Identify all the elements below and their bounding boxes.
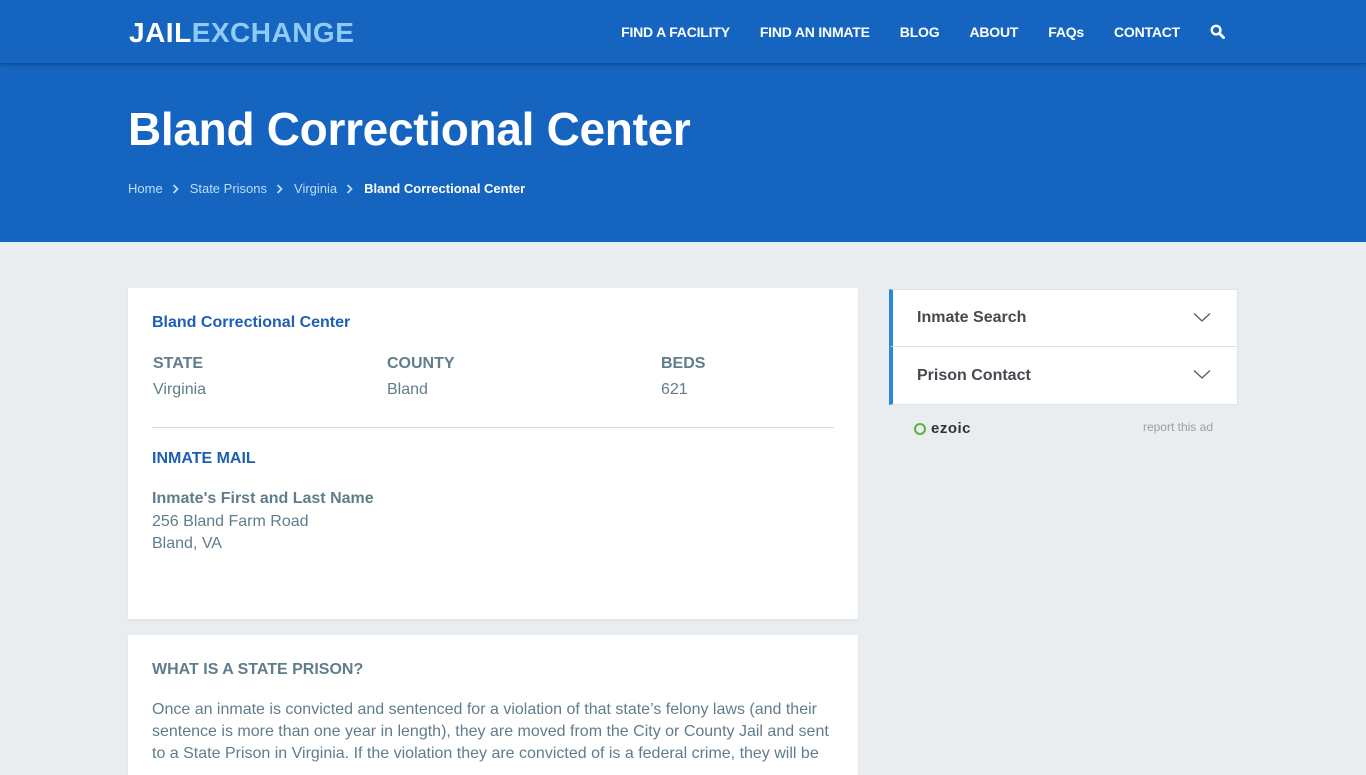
county-field: COUNTY Bland bbox=[387, 355, 455, 399]
county-value: Bland bbox=[387, 381, 428, 398]
mail-address: Inmate's First and Last Name 256 Bland F… bbox=[152, 488, 374, 556]
facility-info-card: Bland Correctional Center STATE Virginia… bbox=[128, 288, 858, 619]
page-title: Bland Correctional Center bbox=[128, 103, 691, 155]
top-navbar: JAILEXCHANGE FIND A FACILITY FIND AN INM… bbox=[0, 0, 1366, 64]
site-logo[interactable]: JAILEXCHANGE bbox=[129, 16, 354, 50]
chevron-right-icon bbox=[347, 183, 353, 194]
section-divider bbox=[152, 427, 834, 428]
breadcrumb-state-prisons[interactable]: State Prisons bbox=[190, 181, 267, 196]
state-prison-body: Once an inmate is convicted and sentence… bbox=[152, 701, 829, 762]
mail-name-line: Inmate's First and Last Name bbox=[152, 490, 374, 507]
accordion-inmate-search[interactable]: Inmate Search bbox=[889, 289, 1238, 347]
inmate-mail-heading: INMATE MAIL bbox=[152, 450, 256, 467]
page-hero: Bland Correctional Center Home State Pri… bbox=[0, 64, 1366, 242]
breadcrumb: Home State Prisons Virginia Bland Correc… bbox=[128, 181, 525, 196]
county-label: COUNTY bbox=[387, 355, 455, 372]
chevron-right-icon bbox=[276, 183, 283, 194]
mail-address-line1: 256 Bland Farm Road bbox=[152, 512, 309, 530]
nav-find-a-facility[interactable]: FIND A FACILITY bbox=[621, 24, 730, 40]
logo-jail: JAIL bbox=[129, 17, 192, 48]
nav-faqs[interactable]: FAQs bbox=[1048, 24, 1084, 40]
breadcrumb-current: Bland Correctional Center bbox=[364, 181, 526, 196]
breadcrumb-virginia[interactable]: Virginia bbox=[294, 181, 337, 196]
state-prison-heading: WHAT IS A STATE PRISON? bbox=[152, 661, 364, 678]
state-field: STATE Virginia bbox=[153, 355, 206, 399]
report-ad-link[interactable]: report this ad bbox=[1143, 420, 1213, 434]
sidebar-accordion: Inmate Search Prison Contact bbox=[889, 289, 1238, 405]
mail-address-line2: Bland, VA bbox=[152, 535, 222, 552]
chevron-right-icon bbox=[172, 183, 179, 194]
facility-name: Bland Correctional Center bbox=[152, 314, 351, 331]
accordion-label: Inmate Search bbox=[917, 309, 1027, 326]
search-icon[interactable] bbox=[1210, 24, 1226, 40]
chevron-down-icon bbox=[1193, 370, 1211, 379]
ad-footer: ezoic report this ad bbox=[914, 418, 1214, 438]
beds-label: BEDS bbox=[661, 355, 706, 372]
state-prison-card: WHAT IS A STATE PRISON? Once an inmate i… bbox=[128, 635, 858, 775]
breadcrumb-home[interactable]: Home bbox=[128, 181, 163, 196]
ezoic-icon bbox=[914, 422, 926, 435]
beds-value: 621 bbox=[661, 381, 688, 398]
main-nav: FIND A FACILITY FIND AN INMATE BLOG ABOU… bbox=[591, 0, 1226, 64]
ezoic-text: ezoic bbox=[931, 420, 972, 437]
beds-field: BEDS 621 bbox=[661, 355, 705, 399]
state-label: STATE bbox=[153, 355, 204, 372]
nav-contact[interactable]: CONTACT bbox=[1114, 24, 1180, 40]
chevron-down-icon bbox=[1193, 313, 1211, 322]
nav-find-an-inmate[interactable]: FIND AN INMATE bbox=[760, 24, 870, 40]
nav-about[interactable]: ABOUT bbox=[969, 24, 1018, 40]
logo-exchange: EXCHANGE bbox=[191, 17, 355, 48]
accordion-label: Prison Contact bbox=[917, 366, 1031, 384]
state-value: Virginia bbox=[153, 381, 207, 398]
accordion-prison-contact[interactable]: Prison Contact bbox=[889, 347, 1238, 405]
nav-blog[interactable]: BLOG bbox=[900, 24, 940, 40]
ezoic-logo[interactable]: ezoic bbox=[914, 420, 971, 437]
